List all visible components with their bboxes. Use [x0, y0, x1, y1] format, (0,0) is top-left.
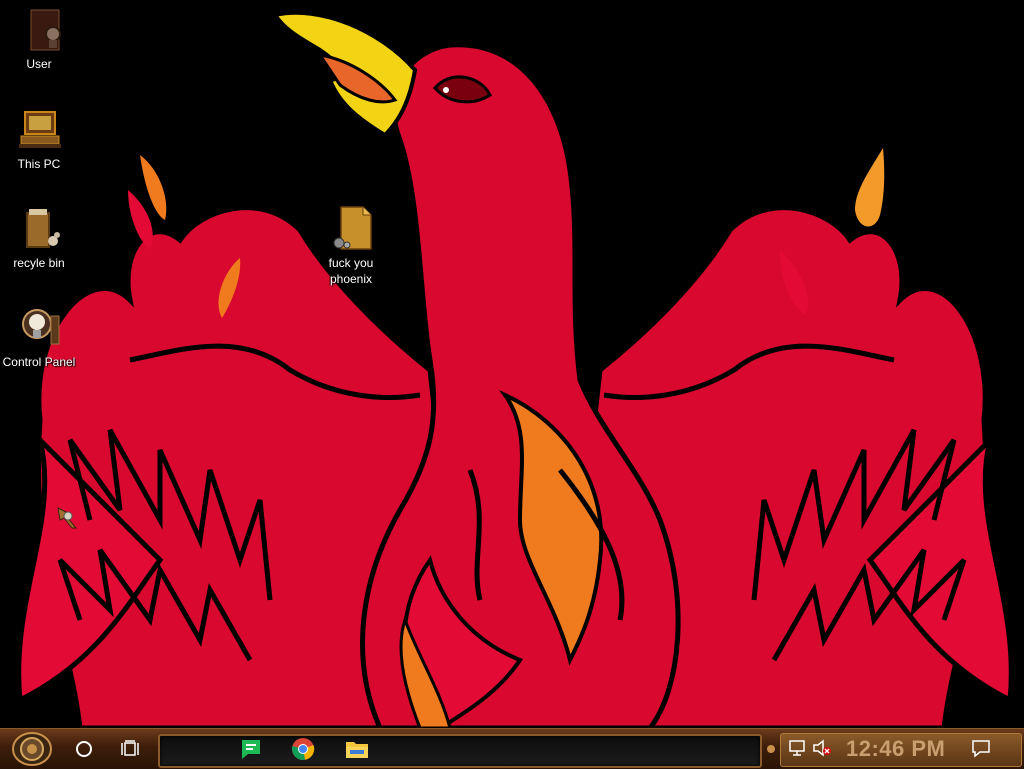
recycle-bin-icon — [26, 209, 60, 248]
phoenix-wallpaper — [0, 0, 1024, 728]
chrome-icon — [292, 738, 315, 760]
desktop-icon-label: Control Panel — [2, 355, 76, 369]
tray-overflow-icon[interactable] — [766, 743, 776, 755]
search-button[interactable] — [68, 729, 100, 769]
action-center-icon[interactable] — [970, 738, 992, 758]
taskbar-clock[interactable]: 12:46 PM — [846, 736, 945, 762]
desktop-icon-label: recyle bin — [13, 256, 65, 270]
desktop-icon-user[interactable]: User — [0, 6, 78, 72]
desktop-icon-control-panel[interactable]: Control Panel — [0, 304, 78, 370]
control-panel-icon — [22, 309, 60, 345]
taskbar-app-chrome[interactable] — [286, 729, 320, 769]
mouse-cursor-icon — [57, 507, 78, 529]
volume-muted-icon[interactable] — [812, 739, 832, 757]
desktop-icon-this-pc[interactable]: This PC — [0, 106, 78, 172]
start-button[interactable] — [6, 729, 58, 769]
network-icon[interactable] — [788, 739, 806, 757]
task-view-icon — [121, 740, 139, 756]
taskbar-app-file-explorer[interactable] — [340, 729, 374, 769]
messages-app-icon — [242, 740, 260, 759]
computer-icon — [19, 111, 61, 148]
desktop-icon-document[interactable]: fuck you phoenix — [312, 205, 390, 287]
start-gear-icon — [12, 732, 52, 766]
file-explorer-icon — [346, 742, 368, 758]
desktop-icon-label: fuck you phoenix — [328, 256, 374, 286]
document-icon — [333, 206, 372, 250]
user-folder-icon — [30, 9, 61, 51]
desktop-icon-label: User — [26, 57, 52, 71]
desktop-icon-label: This PC — [17, 157, 61, 171]
desktop-icon-recycle-bin[interactable]: recyle bin — [0, 205, 78, 271]
cortana-circle-icon — [76, 741, 92, 757]
taskbar-app-messages[interactable] — [234, 729, 268, 769]
task-view-button[interactable] — [114, 729, 146, 769]
